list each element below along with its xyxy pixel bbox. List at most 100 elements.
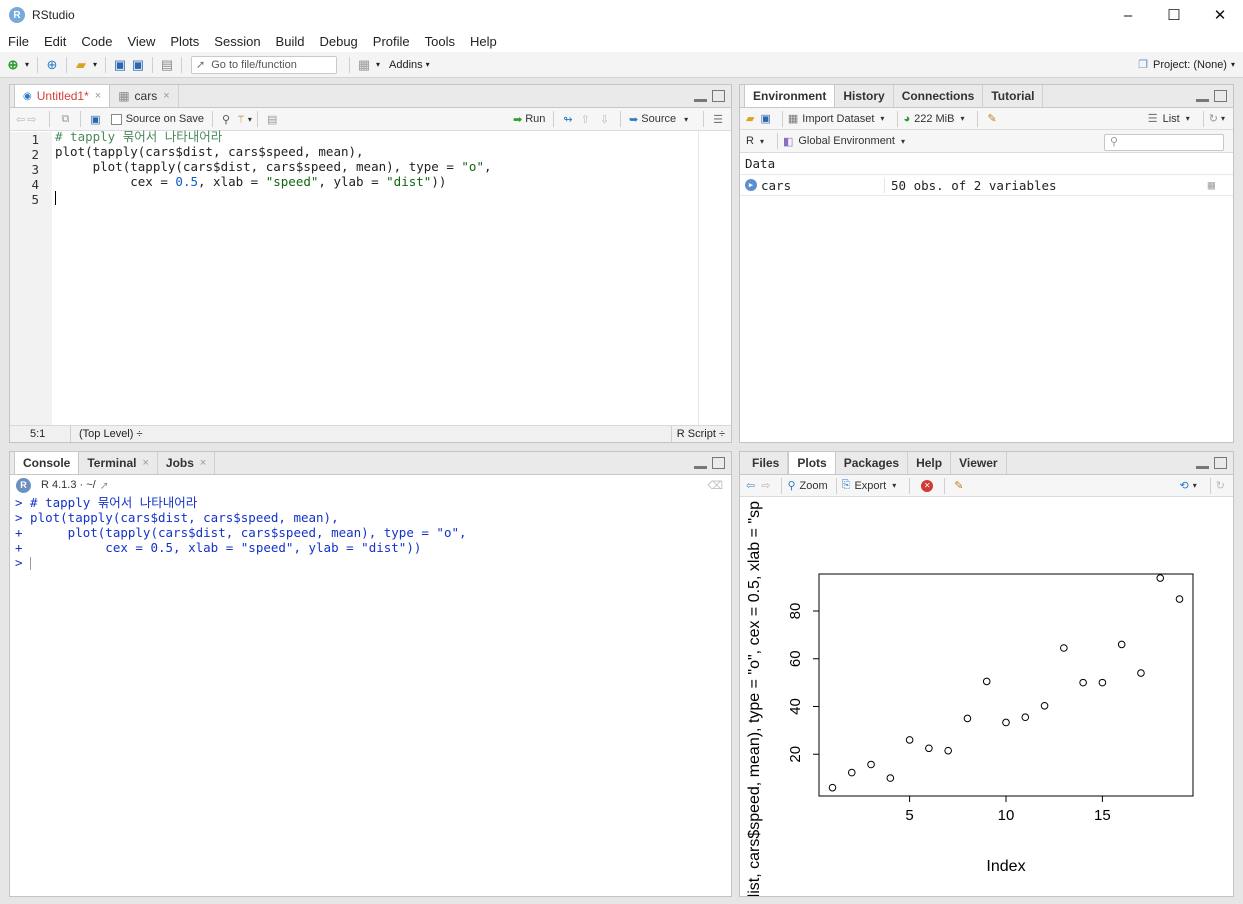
menu-code[interactable]: Code bbox=[73, 34, 119, 49]
source-button[interactable]: Source bbox=[641, 113, 676, 125]
refresh-icon[interactable]: ↻ bbox=[1216, 479, 1225, 492]
document-outline-icon[interactable]: ☰ bbox=[713, 113, 723, 126]
save-all-icon[interactable]: ▣ bbox=[129, 56, 147, 74]
maximize-pane-icon[interactable] bbox=[1214, 90, 1227, 102]
chevron-down-icon[interactable]: ▾ bbox=[684, 115, 688, 124]
forward-icon[interactable]: ⇨ bbox=[27, 113, 36, 126]
chevron-down-icon[interactable]: ▾ bbox=[880, 114, 884, 123]
export-button[interactable]: Export bbox=[854, 480, 886, 492]
new-file-dropdown-icon[interactable]: ▾ bbox=[22, 56, 32, 74]
broom-icon[interactable]: ✎ bbox=[987, 112, 996, 125]
tab-tutorial[interactable]: Tutorial bbox=[983, 85, 1044, 107]
save-icon[interactable]: ▣ bbox=[90, 113, 100, 126]
close-tab-icon[interactable]: × bbox=[163, 90, 169, 102]
maximize-pane-icon[interactable] bbox=[1214, 457, 1227, 469]
go-down-icon[interactable]: ⇩ bbox=[600, 113, 609, 126]
go-up-icon[interactable]: ⇧ bbox=[581, 113, 590, 126]
tab-cars[interactable]: ▦ cars × bbox=[110, 85, 179, 107]
tab-untitled1[interactable]: ◉ Untitled1* × bbox=[14, 84, 111, 107]
tab-help[interactable]: Help bbox=[908, 452, 952, 474]
tab-jobs[interactable]: Jobs × bbox=[158, 452, 216, 474]
addins-menu[interactable]: Addins bbox=[389, 59, 423, 71]
tab-history[interactable]: History bbox=[835, 85, 894, 107]
env-row-cars[interactable]: ▶ cars 50 obs. of 2 variables ▦ bbox=[740, 174, 1233, 196]
previous-plot-icon[interactable]: ⇦ bbox=[746, 479, 755, 492]
grid-layout-icon[interactable]: ▦ bbox=[355, 56, 373, 74]
menu-debug[interactable]: Debug bbox=[311, 34, 364, 49]
maximize-pane-icon[interactable] bbox=[712, 457, 725, 469]
goto-file-function-input[interactable]: ➚ Go to file/function bbox=[191, 55, 337, 74]
minimize-button[interactable]: – bbox=[1105, 0, 1151, 30]
tab-terminal[interactable]: Terminal × bbox=[79, 452, 158, 474]
chevron-down-icon[interactable]: ▾ bbox=[760, 137, 764, 146]
goto-directory-icon[interactable]: ➚ bbox=[100, 479, 109, 492]
close-tab-icon[interactable]: × bbox=[200, 457, 206, 469]
minimize-pane-icon[interactable] bbox=[1196, 97, 1209, 102]
chevron-down-icon[interactable]: ▾ bbox=[960, 114, 964, 123]
tab-console[interactable]: Console bbox=[14, 451, 80, 474]
remove-plot-icon[interactable]: ✕ bbox=[921, 479, 934, 492]
chevron-down-icon[interactable]: ▾ bbox=[1186, 114, 1190, 123]
list-view-button[interactable]: List bbox=[1163, 113, 1180, 125]
open-file-icon[interactable]: ▰ bbox=[72, 56, 90, 74]
env-search-input[interactable]: ⚲ bbox=[1104, 134, 1224, 151]
tab-connections[interactable]: Connections bbox=[894, 85, 984, 107]
chevron-down-icon[interactable]: ▾ bbox=[901, 137, 905, 146]
minimize-pane-icon[interactable] bbox=[694, 464, 707, 469]
close-tab-icon[interactable]: × bbox=[95, 90, 101, 102]
memory-usage-button[interactable]: 222 MiB bbox=[914, 113, 954, 125]
minimize-pane-icon[interactable] bbox=[694, 97, 707, 102]
close-tab-icon[interactable]: × bbox=[142, 457, 148, 469]
clear-console-icon[interactable]: ⌫ bbox=[707, 479, 723, 492]
maximize-button[interactable]: ☐ bbox=[1151, 0, 1197, 30]
open-file-dropdown-icon[interactable]: ▾ bbox=[90, 56, 100, 74]
load-workspace-icon[interactable]: ▰ bbox=[746, 112, 754, 125]
file-type-selector[interactable]: R Script ÷ bbox=[677, 428, 725, 440]
menu-plots[interactable]: Plots bbox=[162, 34, 206, 49]
show-in-window-icon[interactable]: ⧉ bbox=[61, 113, 69, 126]
save-workspace-icon[interactable]: ▣ bbox=[760, 112, 770, 125]
chevron-down-icon[interactable]: ▾ bbox=[248, 115, 252, 124]
next-plot-icon[interactable]: ⇨ bbox=[761, 479, 770, 492]
compile-report-icon[interactable]: ▤ bbox=[267, 113, 277, 126]
addins-dropdown-icon[interactable]: ▾ bbox=[423, 56, 433, 74]
search-icon[interactable]: ⚲ bbox=[222, 113, 230, 126]
expand-icon[interactable]: ▶ bbox=[745, 179, 757, 191]
menu-session[interactable]: Session bbox=[206, 34, 267, 49]
menu-file[interactable]: File bbox=[0, 34, 36, 49]
rerun-icon[interactable]: ↬ bbox=[563, 113, 572, 126]
menu-profile[interactable]: Profile bbox=[365, 34, 417, 49]
publish-icon[interactable]: ⟲ bbox=[1180, 479, 1189, 492]
code-tools-icon[interactable]: ⚚ bbox=[236, 113, 246, 126]
tab-plots[interactable]: Plots bbox=[788, 451, 836, 474]
menu-help[interactable]: Help bbox=[462, 34, 504, 49]
tab-viewer[interactable]: Viewer bbox=[951, 452, 1007, 474]
save-icon[interactable]: ▣ bbox=[111, 56, 129, 74]
layout-dropdown-icon[interactable]: ▾ bbox=[373, 56, 383, 74]
new-project-icon[interactable]: ⊕ bbox=[43, 56, 61, 74]
menu-build[interactable]: Build bbox=[268, 34, 312, 49]
source-on-save-checkbox[interactable] bbox=[110, 113, 122, 125]
view-table-icon[interactable]: ▦ bbox=[1208, 178, 1215, 192]
chevron-down-icon[interactable]: ▾ bbox=[1221, 114, 1225, 123]
project-menu[interactable]: ❐ Project: (None) ▾ bbox=[1138, 58, 1235, 72]
back-icon[interactable]: ⇦ bbox=[16, 113, 25, 126]
menu-tools[interactable]: Tools bbox=[417, 34, 462, 49]
language-selector[interactable]: R bbox=[746, 135, 754, 147]
chevron-down-icon[interactable]: ▾ bbox=[892, 481, 896, 490]
scope-selector[interactable]: (Top Level) ÷ bbox=[79, 428, 143, 440]
run-button[interactable]: Run bbox=[525, 113, 545, 125]
code-editor[interactable]: # tapply 묶어서 나타내어라 plot(tapply(cars$dist… bbox=[55, 129, 695, 425]
broom-icon[interactable]: ✎ bbox=[954, 479, 963, 492]
tab-files[interactable]: Files bbox=[744, 452, 789, 474]
print-icon[interactable]: ▤ bbox=[158, 56, 176, 74]
chevron-down-icon[interactable]: ▾ bbox=[1193, 481, 1197, 490]
new-file-icon[interactable]: ⊕ bbox=[4, 56, 22, 74]
minimize-pane-icon[interactable] bbox=[1196, 464, 1209, 469]
close-button[interactable]: ✕ bbox=[1197, 0, 1243, 30]
maximize-pane-icon[interactable] bbox=[712, 90, 725, 102]
menu-view[interactable]: View bbox=[119, 34, 162, 49]
import-dataset-button[interactable]: Import Dataset bbox=[802, 113, 874, 125]
menu-edit[interactable]: Edit bbox=[36, 34, 73, 49]
tab-packages[interactable]: Packages bbox=[836, 452, 909, 474]
